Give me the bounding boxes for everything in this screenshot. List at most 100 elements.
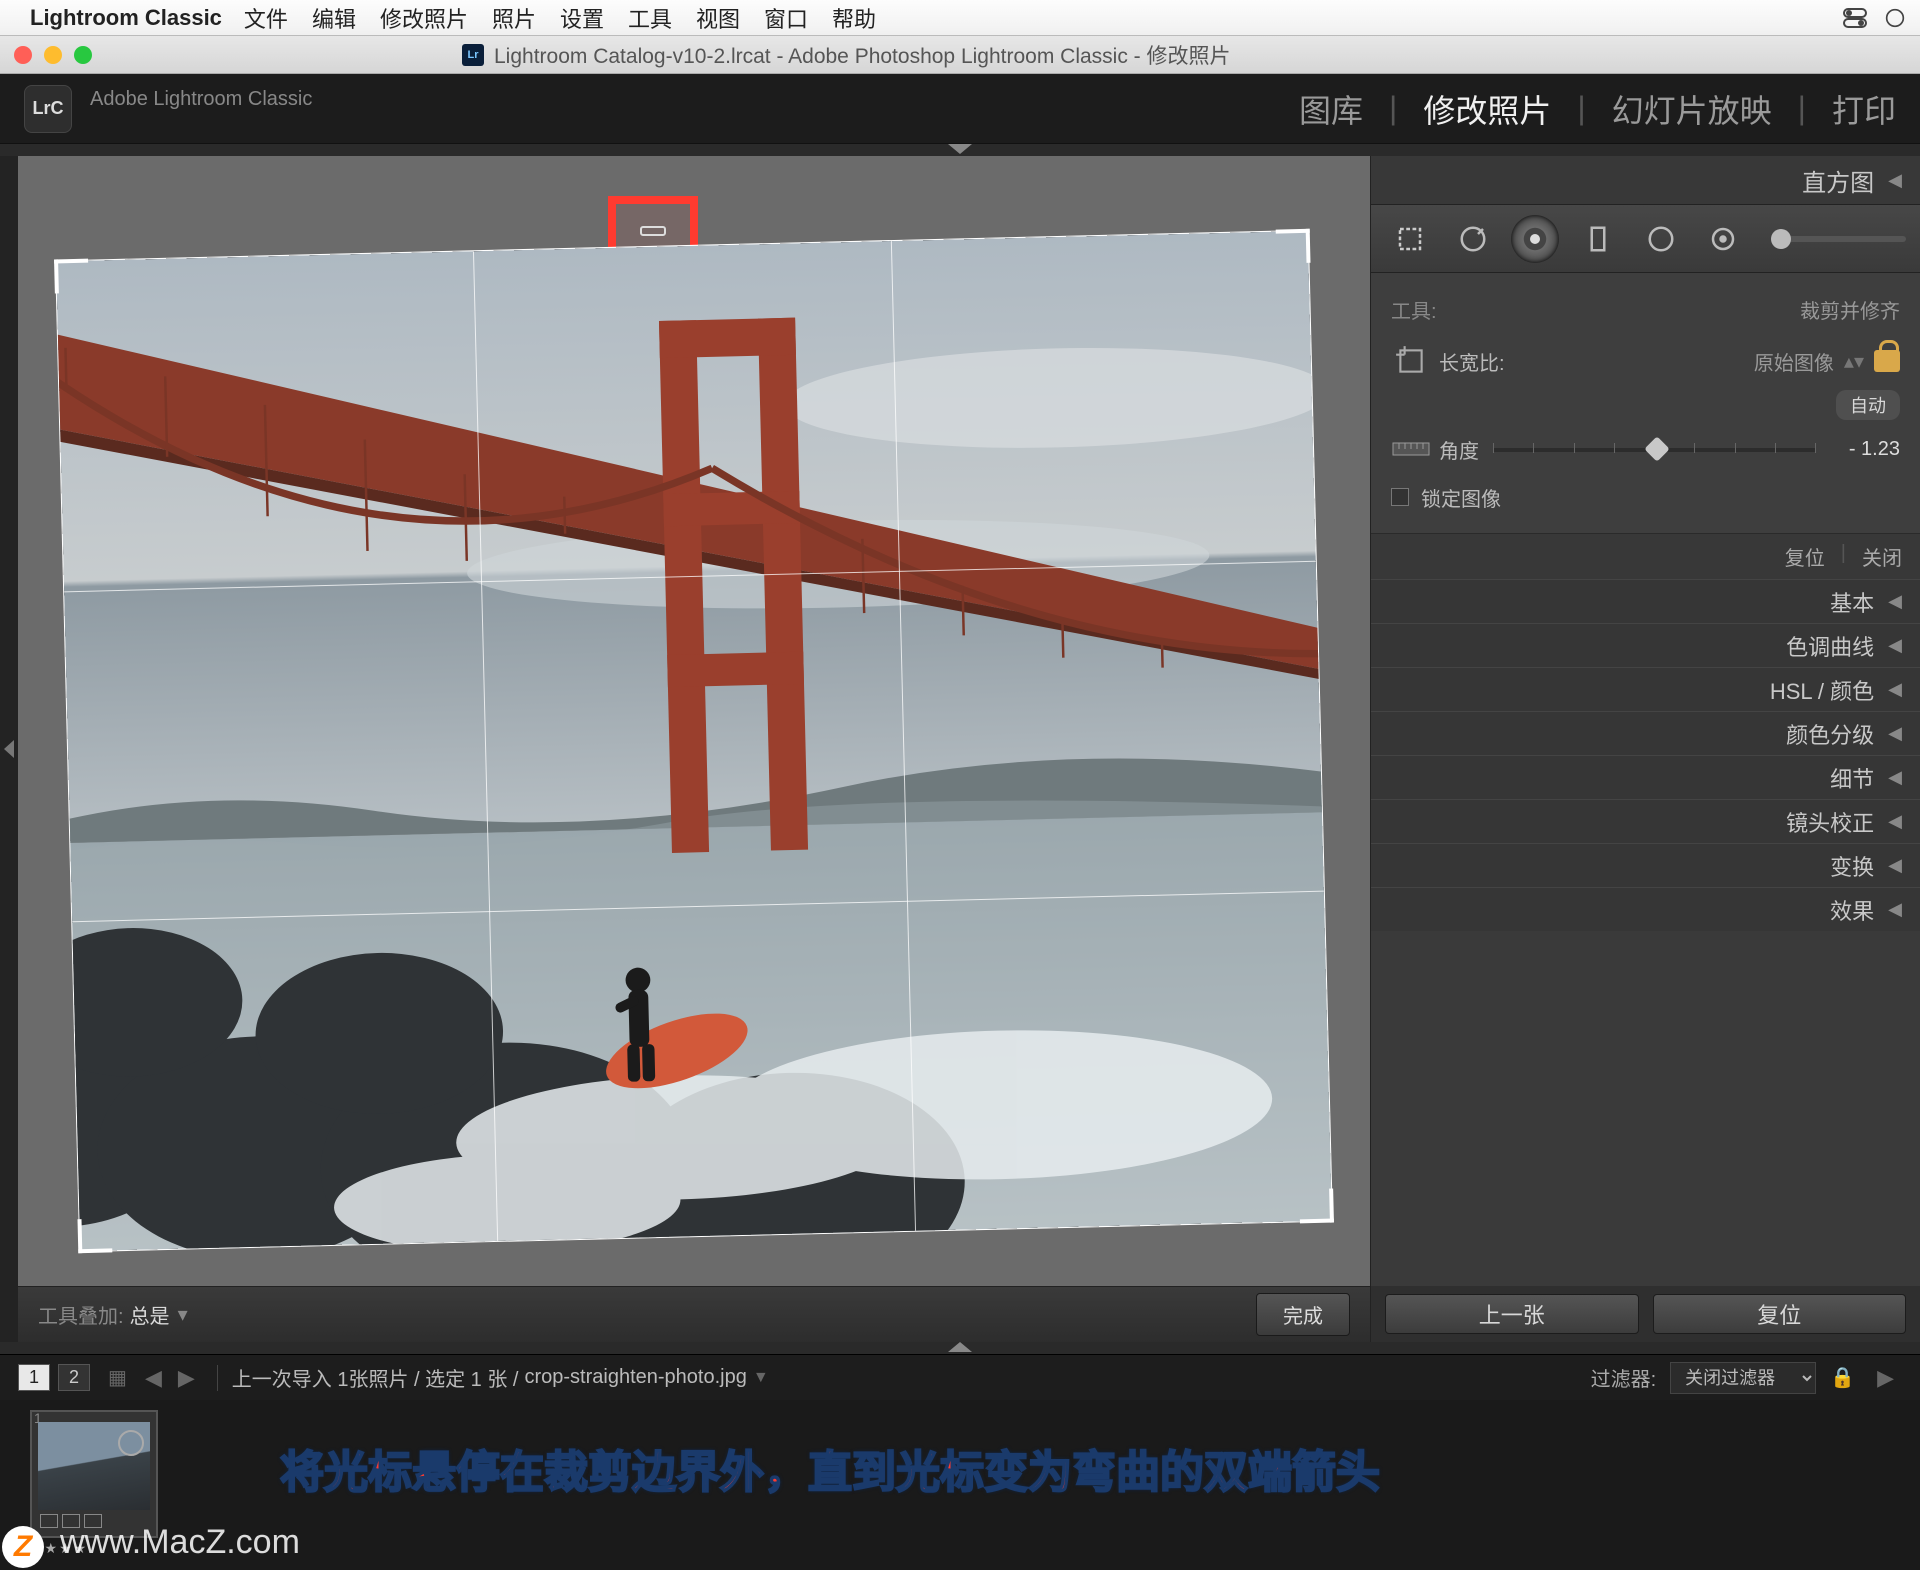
crop-reset-button[interactable]: 复位 [1785,542,1825,571]
top-panel-toggle[interactable] [0,144,1920,156]
done-button[interactable]: 完成 [1256,1293,1350,1336]
monitor-2-button[interactable]: 2 [58,1364,90,1391]
app-title-icon: Lr [462,44,484,66]
tab-develop[interactable]: 修改照片 [1423,86,1551,132]
menu-develop[interactable]: 修改照片 [380,2,468,34]
radial-filter-button[interactable] [1637,215,1685,263]
reset-all-button[interactable]: 复位 [1653,1294,1907,1334]
filter-label: 过滤器: [1591,1363,1657,1392]
tool-name: 裁剪并修齐 [1800,295,1900,324]
canvas-toolbar: 工具叠加: 总是 ▾ 完成 [18,1286,1370,1342]
crop-footer: 复位 | 关闭 [1371,533,1920,579]
canvas-area: 工具叠加: 总是 ▾ 完成 [18,156,1370,1342]
spot-removal-button[interactable] [1449,215,1497,263]
watermark-badge-icon: Z [2,1526,44,1568]
angle-slider[interactable] [1493,440,1816,458]
menubar-app-name[interactable]: Lightroom Classic [30,5,222,31]
section-effects[interactable]: 效果◀ [1371,887,1920,931]
menu-window[interactable]: 窗口 [764,2,808,34]
section-basic[interactable]: 基本◀ [1371,579,1920,623]
close-window-button[interactable] [14,46,32,64]
filmstrip[interactable]: ★★★★ 将光标悬停在裁剪边界外，直到光标变为弯曲的双端箭头 Z www.Mac… [0,1400,1920,1570]
tool-label: 工具: [1391,295,1437,324]
section-tone-curve[interactable]: 色调曲线◀ [1371,623,1920,667]
macos-menubar: Lightroom Classic 文件 编辑 修改照片 照片 设置 工具 视图… [0,0,1920,36]
window-title: Lightroom Catalog-v10-2.lrcat - Adobe Ph… [494,40,1231,70]
section-color-grading[interactable]: 颜色分级◀ [1371,711,1920,755]
tool-overlay-label: 工具叠加: [38,1300,124,1329]
monitor-1-button[interactable]: 1 [18,1364,50,1391]
crop-handle-tl[interactable] [54,259,89,294]
mask-slider[interactable] [1771,236,1906,242]
menu-photo[interactable]: 照片 [492,2,536,34]
filter-dropdown[interactable]: 关闭过滤器 [1670,1362,1816,1394]
crop-close-button[interactable]: 关闭 [1862,542,1902,571]
graduated-filter-button[interactable] [1573,215,1623,263]
bottom-panel-toggle-up[interactable] [0,1342,1920,1354]
menu-help[interactable]: 帮助 [832,2,876,34]
panel-nav-buttons: 上一张 复位 [1371,1286,1920,1342]
lock-image-checkbox[interactable] [1391,488,1409,506]
breadcrumb-dropdown-icon[interactable]: ▼ [753,1369,769,1387]
nav-forward-icon[interactable]: ▶ [178,1365,195,1391]
crop-handle-bl[interactable] [77,1218,112,1253]
straighten-icon[interactable] [1391,429,1431,469]
breadcrumb-filename[interactable]: crop-straighten-photo.jpg [524,1366,746,1389]
crop-handle-br[interactable] [1299,1189,1334,1224]
menu-view[interactable]: 视图 [696,2,740,34]
tab-library[interactable]: 图库 [1299,86,1363,132]
crop-options-panel: 工具: 裁剪并修齐 长宽比: 原始图像 ▴▾ 自动 [1371,273,1920,533]
module-tabs: 图库 | 修改照片 | 幻灯片放映 | 打印 [1299,86,1896,132]
filter-lock-icon[interactable]: 🔒 [1830,1365,1855,1390]
crop-frame[interactable] [56,231,1332,1251]
app-name-label: Adobe Lightroom Classic [90,88,312,111]
tool-overlay-value[interactable]: 总是 [130,1300,170,1329]
menu-settings[interactable]: 设置 [560,2,604,34]
aspect-lock-icon[interactable] [1874,350,1900,372]
image-canvas[interactable] [18,156,1370,1286]
breadcrumb-collection[interactable]: 上一次导入 1张照片 / 选定 1 张 / [232,1363,519,1392]
control-center-icon[interactable] [1842,8,1868,28]
thumbnail-1[interactable] [30,1410,158,1538]
section-hsl[interactable]: HSL / 颜色◀ [1371,667,1920,711]
aspect-updown-icon[interactable]: ▴▾ [1844,349,1864,374]
section-histogram[interactable]: 直方图◀ [1371,156,1920,204]
histogram-label: 直方图 [1802,163,1874,198]
siri-icon[interactable] [1882,8,1908,28]
angle-label: 角度 [1439,435,1479,464]
filmstrip-header: 1 2 ▦ ◀ ▶ 上一次导入 1张照片 / 选定 1 张 / crop-str… [0,1354,1920,1400]
app-window: Lr Lightroom Catalog-v10-2.lrcat - Adobe… [0,36,1920,1570]
aspect-ratio-value[interactable]: 原始图像 [1754,347,1834,376]
filter-collapse-icon[interactable]: ▶ [1877,1365,1894,1391]
develop-toolstrip [1371,205,1920,273]
menu-file[interactable]: 文件 [244,2,288,34]
crop-handle-tr[interactable] [1276,229,1311,264]
watermark-text: www.MacZ.com [60,1523,300,1562]
section-transform[interactable]: 变换◀ [1371,843,1920,887]
section-detail[interactable]: 细节◀ [1371,755,1920,799]
crop-icon[interactable] [1391,341,1431,381]
zoom-window-button[interactable] [74,46,92,64]
crop-tool-button[interactable] [1385,215,1435,263]
angle-value[interactable]: - 1.23 [1830,438,1900,461]
window-controls [14,46,92,64]
section-lens-correction[interactable]: 镜头校正◀ [1371,799,1920,843]
photo-preview [56,231,1332,1251]
right-panel: 直方图◀ 工具: 裁剪并修齐 长宽比: [1370,156,1920,1342]
tab-slideshow[interactable]: 幻灯片放映 [1612,86,1772,132]
aspect-ratio-label: 长宽比: [1439,347,1505,376]
redeye-tool-button[interactable] [1511,215,1559,263]
grid-view-icon[interactable]: ▦ [108,1365,127,1390]
angle-auto-button[interactable]: 自动 [1836,390,1900,420]
tab-print[interactable]: 打印 [1832,86,1896,132]
menu-edit[interactable]: 编辑 [312,2,356,34]
nav-back-icon[interactable]: ◀ [145,1365,162,1391]
brush-tool-button[interactable] [1699,215,1747,263]
menu-tools[interactable]: 工具 [628,2,672,34]
left-panel-toggle[interactable] [0,156,18,1342]
lock-image-label: 锁定图像 [1421,483,1501,512]
app-header: LrC Adobe Lightroom Classic 图库 | 修改照片 | … [0,74,1920,144]
prev-photo-button[interactable]: 上一张 [1385,1294,1639,1334]
minimize-window-button[interactable] [44,46,62,64]
chevron-down-icon[interactable]: ▾ [178,1302,188,1327]
